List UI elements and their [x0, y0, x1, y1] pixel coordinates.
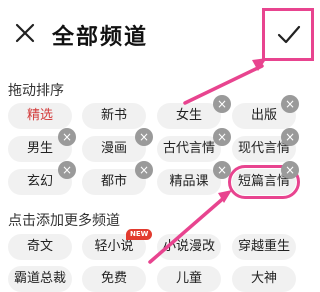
more-channel-chip[interactable]: 大神 — [232, 266, 296, 292]
remove-icon[interactable]: × — [281, 128, 299, 146]
channel-chip[interactable]: 精品课 — [157, 169, 221, 195]
more-channel-chip[interactable]: 霸道总裁 — [8, 266, 72, 292]
channel-chip[interactable]: 古代言情 — [157, 136, 221, 162]
more-channel-chip[interactable]: 穿越重生 — [232, 234, 296, 260]
new-badge: NEW — [126, 229, 153, 240]
add-more-label: 点击添加更多频道 — [8, 213, 120, 229]
more-channel-chip[interactable]: 儿童 — [157, 266, 221, 292]
remove-icon[interactable]: × — [281, 95, 299, 113]
confirm-button[interactable] — [262, 8, 314, 61]
annotation-arrowhead — [218, 190, 232, 203]
channel-chip[interactable]: 女生 — [157, 103, 221, 129]
drag-sort-label: 拖动排序 — [8, 83, 64, 99]
channel-chip-selected[interactable]: 精选 — [8, 103, 72, 129]
remove-icon[interactable]: × — [135, 128, 153, 146]
checkmark-icon — [277, 25, 301, 44]
header-bar: 全部频道 — [0, 0, 320, 68]
remove-icon[interactable]: × — [135, 161, 153, 179]
more-channel-chip[interactable]: 奇文 — [8, 234, 72, 260]
channel-chip[interactable]: 新书 — [82, 103, 146, 129]
close-icon[interactable] — [14, 22, 36, 44]
remove-icon[interactable]: × — [213, 161, 231, 179]
remove-icon[interactable]: × — [58, 128, 76, 146]
more-channel-chip[interactable]: 小说漫改 — [157, 234, 221, 260]
page-title: 全部频道 — [52, 25, 149, 50]
remove-icon[interactable]: × — [213, 95, 231, 113]
remove-icon[interactable]: × — [281, 161, 299, 179]
more-channel-chip[interactable]: 免费 — [82, 266, 146, 292]
remove-icon[interactable]: × — [58, 161, 76, 179]
remove-icon[interactable]: × — [213, 128, 231, 146]
